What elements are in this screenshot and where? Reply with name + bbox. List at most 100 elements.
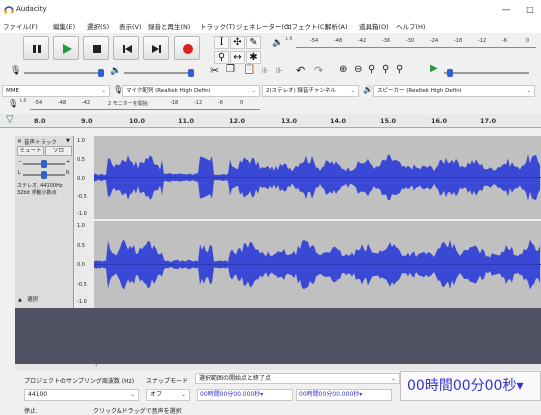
solo-button[interactable]: ソロ — [45, 146, 72, 156]
menu-file[interactable]: ファイル(F) — [3, 21, 38, 31]
zoom-in-icon[interactable]: ⊕ — [339, 64, 347, 75]
record-volume-slider[interactable] — [24, 69, 104, 77]
multi-tool-icon[interactable]: ✱ — [246, 51, 261, 64]
menu-generate[interactable]: ジェネレーター(G) — [236, 21, 292, 31]
zoom-out-icon[interactable]: ⊖ — [354, 64, 362, 75]
snap-mode-select[interactable]: オフ ⌄ — [146, 389, 190, 401]
play-icon — [63, 44, 72, 54]
menu-view[interactable]: 表示(V) — [119, 21, 142, 31]
menu-analyze[interactable]: 解析(A) — [325, 21, 348, 31]
redo-icon[interactable]: ↷ — [314, 64, 323, 77]
track-select-button[interactable]: ▲ 選択 — [16, 296, 72, 305]
title-bar: Audacity — □ — [0, 0, 541, 19]
selection-toolbar: プロジェクトのサンプリング周波数 (Hz) スナップモード 選択範囲の開始点と終… — [0, 370, 541, 406]
cut-icon[interactable]: ✂ — [210, 64, 219, 77]
window-title: Audacity — [16, 5, 47, 13]
timeline-ruler[interactable]: ▽ 8.0 9.0 10.0 11.0 12.0 13.0 14.0 15.0 … — [0, 114, 541, 128]
maximize-button[interactable]: □ — [520, 3, 540, 17]
track-menu-chevron-icon[interactable]: ▼ — [66, 138, 70, 144]
track-name-menu[interactable]: 音声トラック — [24, 138, 57, 146]
stop-button[interactable] — [83, 36, 109, 60]
mic-icon: 🎙 — [10, 66, 22, 76]
status-bar: 停止. クリック&ドラッグで音声を選択 — [0, 405, 541, 415]
fit-project-icon[interactable]: ⚲ — [382, 64, 389, 75]
ruler-tick: 17.0 — [480, 117, 497, 125]
silence-icon[interactable]: ⊪ — [276, 66, 283, 75]
transport-toolbar — [0, 33, 210, 63]
copy-icon[interactable]: ❐ — [226, 64, 235, 75]
menu-tracks[interactable]: トラック(T) — [200, 21, 235, 31]
snap-mode-label: スナップモード — [146, 378, 189, 385]
pause-icon — [33, 45, 41, 53]
paste-icon[interactable]: 📋 — [243, 64, 255, 75]
waveform-channel-1[interactable] — [94, 136, 541, 219]
project-rate-select[interactable]: 44100 ⌄ — [24, 389, 139, 401]
menu-effect[interactable]: エフェクト(C) — [285, 21, 327, 31]
waveform-channel-2[interactable] — [94, 221, 541, 308]
zoom-tool-icon[interactable]: ⚲ — [214, 51, 229, 64]
minimize-button[interactable]: — — [496, 3, 516, 17]
undo-icon[interactable]: ↶ — [296, 64, 305, 77]
host-select[interactable]: MME ⌄ — [2, 85, 110, 97]
fit-selection-icon[interactable]: ⚲ — [368, 64, 375, 75]
menu-select[interactable]: 選択(S) — [87, 21, 109, 31]
trim-icon[interactable]: ⊪ — [262, 66, 269, 75]
record-meter-channels: L R — [20, 98, 27, 103]
menu-help[interactable]: ヘルプ(H) — [396, 21, 425, 31]
record-meter-mic-icon: 🎙 — [8, 99, 19, 108]
play-button[interactable] — [53, 36, 79, 60]
gain-slider[interactable] — [23, 160, 65, 168]
skip-end-button[interactable] — [143, 36, 169, 60]
playback-meter-channels: L R — [286, 36, 293, 41]
track-info-line1: ステレオ, 44100Hz — [17, 183, 63, 189]
pan-slider[interactable] — [23, 171, 65, 179]
status-state: 停止. — [24, 408, 38, 415]
timeline-options-icon[interactable]: ▽ — [6, 114, 14, 125]
play-speed-slider[interactable] — [444, 69, 529, 77]
skip-start-button[interactable] — [113, 36, 139, 60]
stop-icon — [93, 45, 101, 53]
selection-range-select[interactable]: 選択範囲の開始点と終了点 ⌄ — [195, 373, 400, 384]
play-at-speed-icon[interactable]: ▶ — [430, 63, 438, 74]
selection-start-time[interactable]: 00時間00分00.000秒▾ — [197, 389, 293, 401]
ruler-tick: 9.0 — [81, 117, 93, 125]
record-meter-scale[interactable]: -54 -48 -42 2 モニターを開始 -18 -12 -6 0 — [30, 100, 260, 110]
ruler-tick: 11.0 — [178, 117, 195, 125]
scroll-left-icon[interactable]: ‹ — [95, 362, 97, 369]
ruler-tick: 16.0 — [431, 117, 448, 125]
menu-edit[interactable]: 編集(E) — [53, 21, 75, 31]
skip-to-start-icon — [123, 45, 132, 53]
playback-device-select[interactable]: スピーカー (Realtek High Defini ⌄ — [373, 85, 535, 97]
recording-channels-select[interactable]: 2(ステレオ) 録音チャンネル ⌄ — [262, 85, 359, 97]
time-shift-tool-icon[interactable]: ↔ — [230, 51, 245, 64]
skip-to-end-icon — [152, 45, 161, 53]
zoom-toggle-icon[interactable]: ⚲ — [396, 64, 403, 75]
ruler-tick: 13.0 — [281, 117, 298, 125]
audacity-logo-icon — [4, 6, 14, 14]
selection-tool-icon[interactable]: I — [214, 36, 229, 49]
draw-tool-icon[interactable]: ✎ — [246, 36, 261, 49]
playback-meter-scale[interactable]: -54 -48 -42 -36 -30 -24 -18 -12 -6 0 — [296, 38, 536, 48]
recording-device-select[interactable]: マイク配列 (Realtek High Defini ⌄ — [122, 85, 260, 97]
close-track-icon[interactable]: ✕ — [17, 138, 22, 145]
playback-volume-slider[interactable] — [124, 69, 194, 77]
menu-bar: ファイル(F) 編集(E) 選択(S) 表示(V) 録音と再生(N) トラック(… — [0, 19, 541, 33]
menu-transport[interactable]: 録音と再生(N) — [148, 21, 190, 31]
selection-end-time[interactable]: 00時間00分00.000秒▾ — [296, 389, 392, 401]
gain-minus-icon: − — [18, 159, 23, 165]
ruler-tick: 14.0 — [330, 117, 347, 125]
track-control-panel: ✕ 音声トラック ▼ ミュート ソロ − + L R ステレオ, 44100Hz… — [15, 136, 74, 308]
speaker-device-icon: 🔊 — [363, 85, 373, 94]
envelope-tool-icon[interactable]: ✣ — [230, 36, 245, 49]
empty-track-area[interactable] — [15, 308, 541, 364]
channel2-scale: 1.0 0.5 0.0 -0.5 -1.0 — [75, 221, 94, 308]
pause-button[interactable] — [23, 36, 49, 60]
audio-position-display[interactable]: 00時間00分00秒▾ — [400, 371, 541, 401]
record-icon — [183, 44, 193, 54]
ruler-tick: 8.0 — [34, 117, 46, 125]
mute-button[interactable]: ミュート — [17, 146, 44, 156]
record-button[interactable] — [174, 36, 200, 60]
track-info-line2: 32bit 浮動小数点 — [17, 190, 57, 196]
speaker-icon[interactable]: 🔈 — [272, 38, 283, 48]
menu-tools[interactable]: 道具箱(O) — [359, 21, 389, 31]
